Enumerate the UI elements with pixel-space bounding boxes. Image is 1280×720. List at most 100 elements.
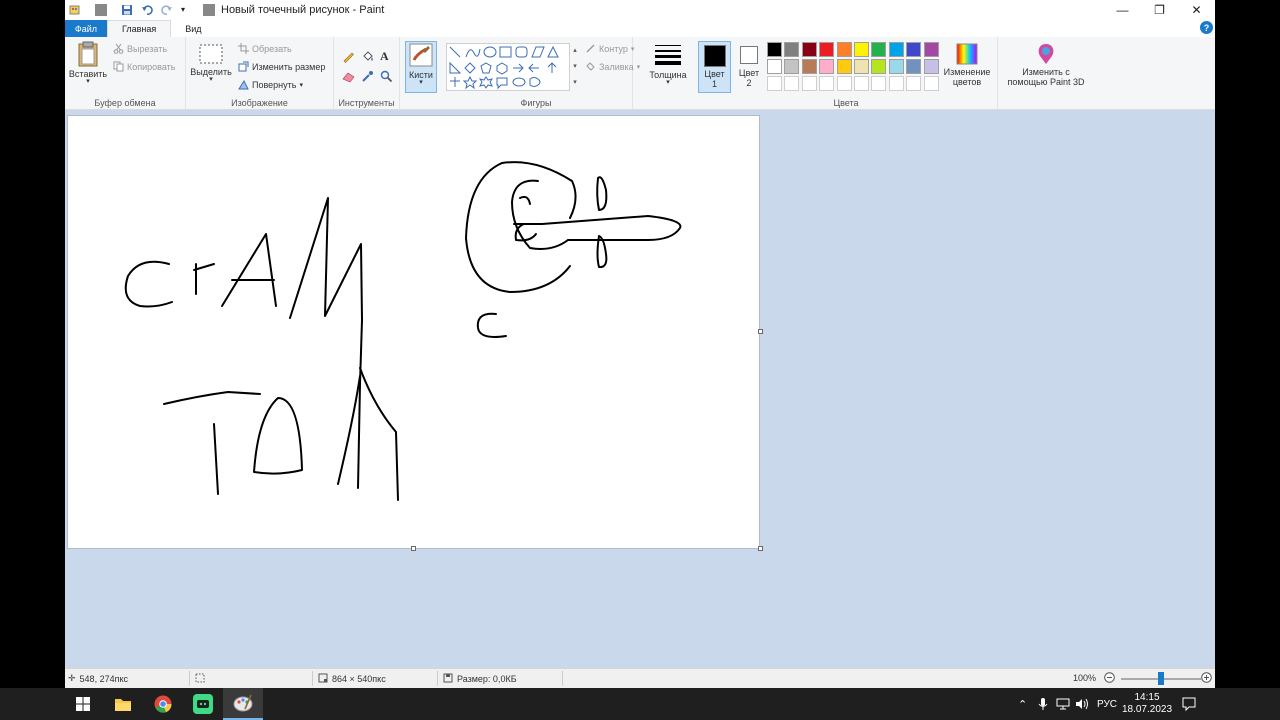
palette-color[interactable] — [819, 59, 835, 74]
resize-button[interactable]: Изменить размер — [238, 61, 325, 72]
palette-color[interactable] — [906, 59, 922, 74]
minimize-button[interactable]: — — [1104, 0, 1141, 20]
maximize-button[interactable]: ❐ — [1141, 0, 1178, 20]
group-label-image: Изображение — [231, 98, 288, 108]
palette-color[interactable] — [767, 42, 782, 57]
outline-button[interactable]: Контур ▾ — [585, 43, 634, 54]
tab-view[interactable]: Вид — [171, 20, 215, 37]
eraser-icon[interactable] — [342, 70, 355, 85]
edit-colors-button[interactable]: Изменение цветов — [941, 43, 993, 87]
custom-color-slot[interactable] — [854, 76, 869, 91]
crop-button[interactable]: Обрезать — [238, 43, 292, 54]
palette-color[interactable] — [784, 59, 800, 74]
custom-color-slot[interactable] — [801, 76, 817, 91]
group-shapes: ▴ ▾ ▾ Контур ▾ Заливка ▾ Фигуры — [440, 37, 640, 110]
zoom-out-button[interactable] — [1104, 672, 1115, 683]
palette-color[interactable] — [923, 59, 939, 74]
show-hidden-icons-button[interactable]: ⌃ — [1018, 688, 1027, 720]
palette-color[interactable] — [854, 42, 869, 57]
zoom-slider[interactable] — [1121, 672, 1201, 685]
palette-color[interactable] — [819, 42, 835, 57]
paint3d-label-1: Изменить с — [1022, 67, 1070, 77]
rotate-button[interactable]: Повернуть ▾ — [238, 79, 303, 90]
shapes-palette[interactable] — [448, 45, 568, 91]
custom-color-slot[interactable] — [888, 76, 904, 91]
palette-color[interactable] — [923, 42, 939, 57]
pencil-icon[interactable] — [342, 50, 355, 65]
magnifier-icon[interactable] — [380, 70, 393, 85]
group-label-tools: Инструменты — [338, 98, 395, 108]
open-paint3d-button[interactable]: Изменить с помощью Paint 3D — [1002, 43, 1090, 87]
clock-date: 18.07.2023 — [1121, 704, 1173, 715]
palette-color[interactable] — [801, 42, 817, 57]
paint-app-icon[interactable] — [69, 4, 81, 16]
taskbar-chrome[interactable] — [143, 688, 183, 720]
crop-icon — [238, 43, 249, 54]
custom-color-slot[interactable] — [923, 76, 939, 91]
drawing-canvas[interactable] — [68, 116, 759, 548]
resize-handle-corner[interactable] — [758, 546, 763, 551]
input-language[interactable]: РУС — [1097, 688, 1117, 720]
palette-color[interactable] — [906, 42, 922, 57]
custom-color-slot[interactable] — [906, 76, 922, 91]
taskbar-paint[interactable] — [223, 688, 263, 720]
text-tool-icon[interactable]: A — [380, 49, 389, 64]
resize-handle-right[interactable] — [758, 329, 763, 334]
taskbar-file-explorer[interactable] — [103, 688, 143, 720]
zoom-slider-thumb[interactable] — [1158, 672, 1164, 685]
notifications-icon[interactable] — [1182, 688, 1196, 720]
palette-color[interactable] — [836, 59, 852, 74]
custom-color-slot[interactable] — [767, 76, 782, 91]
volume-icon[interactable] — [1075, 688, 1089, 720]
custom-color-slot[interactable] — [871, 76, 887, 91]
resize-label: Изменить размер — [252, 61, 326, 72]
custom-color-slot[interactable] — [836, 76, 852, 91]
fill-bucket-icon[interactable] — [361, 50, 374, 65]
palette-color[interactable] — [888, 42, 904, 57]
taskbar-app-green[interactable] — [183, 688, 223, 720]
color1-swatch — [703, 45, 726, 67]
color1-button[interactable]: Цвет 1 — [698, 41, 731, 93]
group-tools: A Инструменты — [334, 37, 400, 110]
palette-color[interactable] — [871, 59, 887, 74]
copy-button[interactable]: Копировать — [113, 61, 175, 72]
save-icon[interactable] — [121, 4, 133, 16]
clock[interactable]: 14:15 18.07.2023 — [1120, 688, 1174, 720]
fill-button[interactable]: Заливка ▾ — [585, 61, 640, 72]
palette-color[interactable] — [801, 59, 817, 74]
custom-color-slot[interactable] — [819, 76, 835, 91]
palette-color[interactable] — [784, 42, 800, 57]
paint-icon — [233, 694, 253, 712]
start-button[interactable] — [63, 688, 103, 720]
help-icon[interactable]: ? — [1200, 21, 1213, 34]
redo-icon[interactable] — [161, 4, 173, 16]
zoom-in-button[interactable] — [1201, 672, 1212, 683]
network-icon[interactable] — [1056, 688, 1070, 720]
tab-home[interactable]: Главная — [107, 20, 172, 37]
cut-label: Вырезать — [127, 43, 168, 54]
customize-quick-access-icon[interactable]: ▾ — [181, 4, 189, 16]
microphone-icon[interactable] — [1038, 688, 1048, 720]
shapes-scroll[interactable]: ▴ ▾ ▾ — [570, 43, 580, 91]
select-button[interactable]: Выделить ▾ — [190, 43, 232, 83]
palette-color[interactable] — [888, 59, 904, 74]
paste-button[interactable]: Вставить ▾ — [68, 41, 108, 85]
palette-color[interactable] — [836, 42, 852, 57]
resize-handle-bottom[interactable] — [411, 546, 416, 551]
palette-color[interactable] — [767, 59, 782, 74]
brushes-button[interactable]: Кисти ▾ — [405, 41, 437, 93]
close-button[interactable]: ✕ — [1178, 0, 1215, 20]
color2-button[interactable]: Цвет 2 — [734, 41, 764, 93]
size-button[interactable]: Толщина ▾ — [645, 43, 691, 86]
tab-file[interactable]: Файл — [65, 20, 107, 37]
undo-icon[interactable] — [141, 4, 153, 16]
palette-color[interactable] — [871, 42, 887, 57]
copy-icon — [113, 61, 124, 72]
palette-color[interactable] — [854, 59, 869, 74]
color-picker-icon[interactable] — [361, 70, 374, 85]
cut-button[interactable]: Вырезать — [113, 43, 167, 54]
custom-color-slot[interactable] — [784, 76, 800, 91]
color2-label: Цвет — [738, 68, 760, 78]
chevron-down-icon: ▾ — [86, 78, 90, 85]
divider — [562, 671, 563, 686]
